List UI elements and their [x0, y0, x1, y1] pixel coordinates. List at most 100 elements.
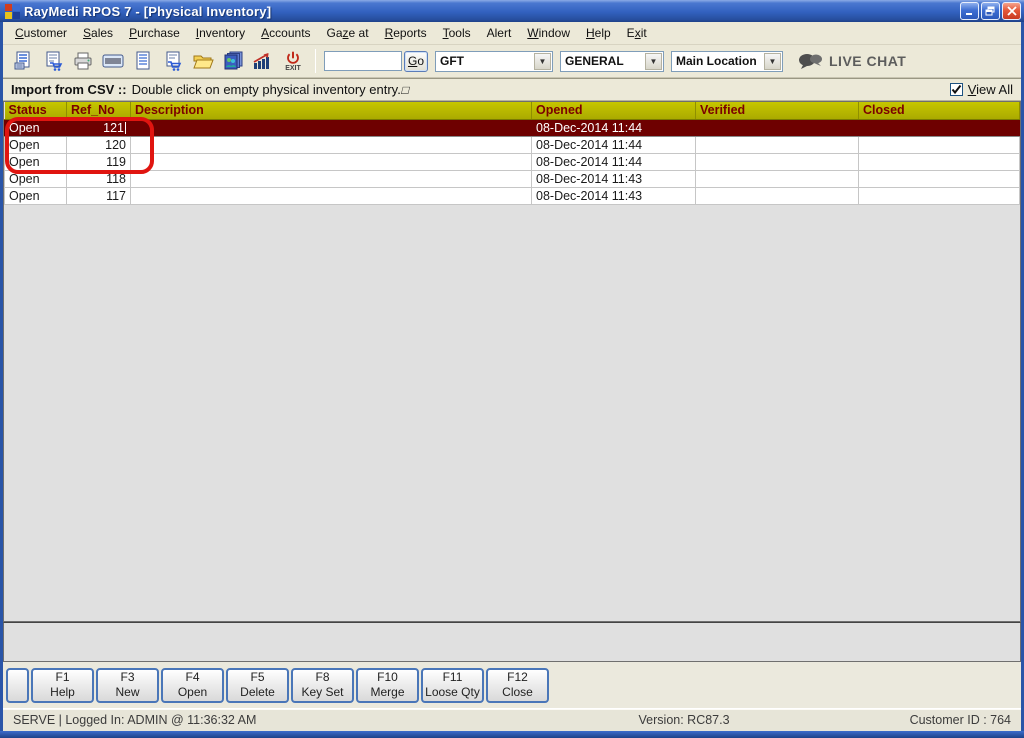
sales-cart-icon[interactable]	[159, 48, 187, 74]
function-button-open[interactable]: F4 Open	[161, 667, 224, 703]
cell-closed[interactable]	[858, 118, 1020, 137]
cell-desc[interactable]	[130, 186, 532, 205]
table-row[interactable]: Open 118 08-Dec-2014 11:43	[4, 169, 1020, 188]
function-button-delete[interactable]: F5 Delete	[226, 667, 289, 703]
live-chat-button[interactable]: LIVE CHAT	[797, 52, 906, 70]
info-message: Double click on empty physical inventory…	[131, 82, 401, 97]
billing-icon[interactable]	[9, 48, 37, 74]
menu-item-tools[interactable]: Tools	[435, 23, 479, 43]
table-header-row: Status Ref_No Description Opened Verified Clo…	[4, 102, 1020, 120]
function-button-help[interactable]: F1 Help	[31, 667, 94, 703]
cell-opened[interactable]: 08-Dec-2014 11:44	[531, 135, 696, 154]
location-dropdown[interactable]: Main Location ▼	[671, 50, 783, 72]
table-row[interactable]: Open 121 08-Dec-2014 11:44	[4, 118, 1020, 137]
column-header-ref_no[interactable]: Ref_No	[66, 102, 131, 120]
app-logo-icon	[5, 3, 20, 19]
cell-closed[interactable]	[858, 135, 1020, 154]
menu-item-purchase[interactable]: Purchase	[121, 23, 188, 43]
function-button-key-set[interactable]: F8 Key Set	[291, 667, 354, 703]
cell-desc[interactable]	[130, 169, 532, 188]
cell-ref[interactable]: 118	[66, 169, 131, 188]
table-row[interactable]: Open 120 08-Dec-2014 11:44	[4, 135, 1020, 154]
location-dropdown-value: Main Location	[676, 54, 757, 68]
table-body: Open 121 08-Dec-2014 11:44 Open 120 08-Dec-20…	[4, 118, 1020, 205]
minimize-button[interactable]	[960, 2, 979, 20]
function-button-loose-qty[interactable]: F11 Loose Qty	[421, 667, 484, 703]
barcode-icon[interactable]	[99, 48, 127, 74]
cell-verified[interactable]	[695, 152, 859, 171]
column-header-verified[interactable]: Verified	[695, 102, 859, 120]
document-list-icon[interactable]	[129, 48, 157, 74]
column-header-description[interactable]: Description	[130, 102, 532, 120]
category-dropdown[interactable]: GENERAL ▼	[560, 50, 664, 72]
function-button-blank[interactable]	[6, 667, 29, 703]
cell-status[interactable]: Open	[4, 118, 67, 137]
status-bar: SERVE | Logged In: ADMIN @ 11:36:32 AM V…	[3, 708, 1021, 731]
table-row[interactable]: Open 119 08-Dec-2014 11:44	[4, 152, 1020, 171]
search-input[interactable]	[324, 51, 402, 71]
close-button[interactable]	[1002, 2, 1021, 20]
function-button-new[interactable]: F3 New	[96, 667, 159, 703]
cell-opened[interactable]: 08-Dec-2014 11:44	[531, 152, 696, 171]
column-header-status[interactable]: Status	[4, 102, 67, 120]
chevron-down-icon[interactable]: ▼	[645, 52, 662, 70]
cell-ref[interactable]: 120	[66, 135, 131, 154]
status-customer-id: Customer ID : 764	[909, 713, 1011, 727]
cell-verified[interactable]	[695, 186, 859, 205]
cell-opened[interactable]: 08-Dec-2014 11:44	[531, 118, 696, 137]
open-folder-icon[interactable]	[189, 48, 217, 74]
cell-verified[interactable]	[695, 118, 859, 137]
menu-item-sales[interactable]: Sales	[75, 23, 121, 43]
cell-desc[interactable]	[130, 152, 532, 171]
menu-item-gaze-at[interactable]: Gaze at	[319, 23, 377, 43]
purchase-cart-icon[interactable]	[39, 48, 67, 74]
printer-icon[interactable]	[69, 48, 97, 74]
exit-button[interactable]: EXIT	[279, 48, 307, 74]
menu-item-window[interactable]: Window	[519, 23, 578, 43]
cell-opened[interactable]: 08-Dec-2014 11:43	[531, 186, 696, 205]
cell-closed[interactable]	[858, 186, 1020, 205]
cell-desc[interactable]	[130, 135, 532, 154]
cell-ref[interactable]: 121	[66, 118, 131, 137]
cell-ref[interactable]: 119	[66, 152, 131, 171]
company-dropdown[interactable]: GFT ▼	[435, 50, 553, 72]
view-all-checkbox[interactable]	[949, 83, 963, 96]
restore-button[interactable]	[981, 2, 1000, 20]
function-button-merge[interactable]: F10 Merge	[356, 667, 419, 703]
cell-status[interactable]: Open	[4, 186, 67, 205]
menu-item-accounts[interactable]: Accounts	[253, 23, 318, 43]
cell-closed[interactable]	[858, 169, 1020, 188]
menu-item-exit[interactable]: Exit	[619, 23, 655, 43]
chevron-down-icon[interactable]: ▼	[534, 52, 551, 70]
table-row[interactable]: Open 117 08-Dec-2014 11:43	[4, 186, 1020, 205]
column-header-closed[interactable]: Closed	[858, 102, 1020, 120]
column-header-opened[interactable]: Opened	[531, 102, 696, 120]
cell-verified[interactable]	[695, 135, 859, 154]
cell-closed[interactable]	[858, 152, 1020, 171]
menu-item-customer[interactable]: Customer	[7, 23, 75, 43]
cell-verified[interactable]	[695, 169, 859, 188]
cell-desc[interactable]	[130, 118, 532, 137]
info-title: Import from CSV ::	[11, 82, 127, 97]
menu-item-inventory[interactable]: Inventory	[188, 23, 253, 43]
cell-status[interactable]: Open	[4, 169, 67, 188]
menu-item-alert[interactable]: Alert	[479, 23, 520, 43]
function-button-close[interactable]: F12 Close	[486, 667, 549, 703]
check-icon	[951, 84, 961, 95]
view-all-control[interactable]: View All	[949, 82, 1013, 97]
chevron-down-icon[interactable]: ▼	[764, 52, 781, 70]
chart-icon[interactable]	[249, 48, 277, 74]
gallery-icon[interactable]	[219, 48, 247, 74]
exit-label: EXIT	[285, 64, 301, 72]
view-all-label: View All	[967, 82, 1013, 97]
toolbar: EXIT Go GFT ▼ GENERAL ▼ Main Location ▼ …	[3, 45, 1021, 78]
cell-status[interactable]: Open	[4, 152, 67, 171]
go-button[interactable]: Go	[404, 50, 428, 72]
cell-status[interactable]: Open	[4, 135, 67, 154]
menu-item-reports[interactable]: Reports	[377, 23, 435, 43]
cell-ref[interactable]: 117	[66, 186, 131, 205]
menu-item-help[interactable]: Help	[578, 23, 619, 43]
status-logged-in: SERVE | Logged In: ADMIN @ 11:36:32 AM	[13, 713, 257, 727]
info-trailing-glyph: □	[400, 82, 411, 97]
cell-opened[interactable]: 08-Dec-2014 11:43	[531, 169, 696, 188]
